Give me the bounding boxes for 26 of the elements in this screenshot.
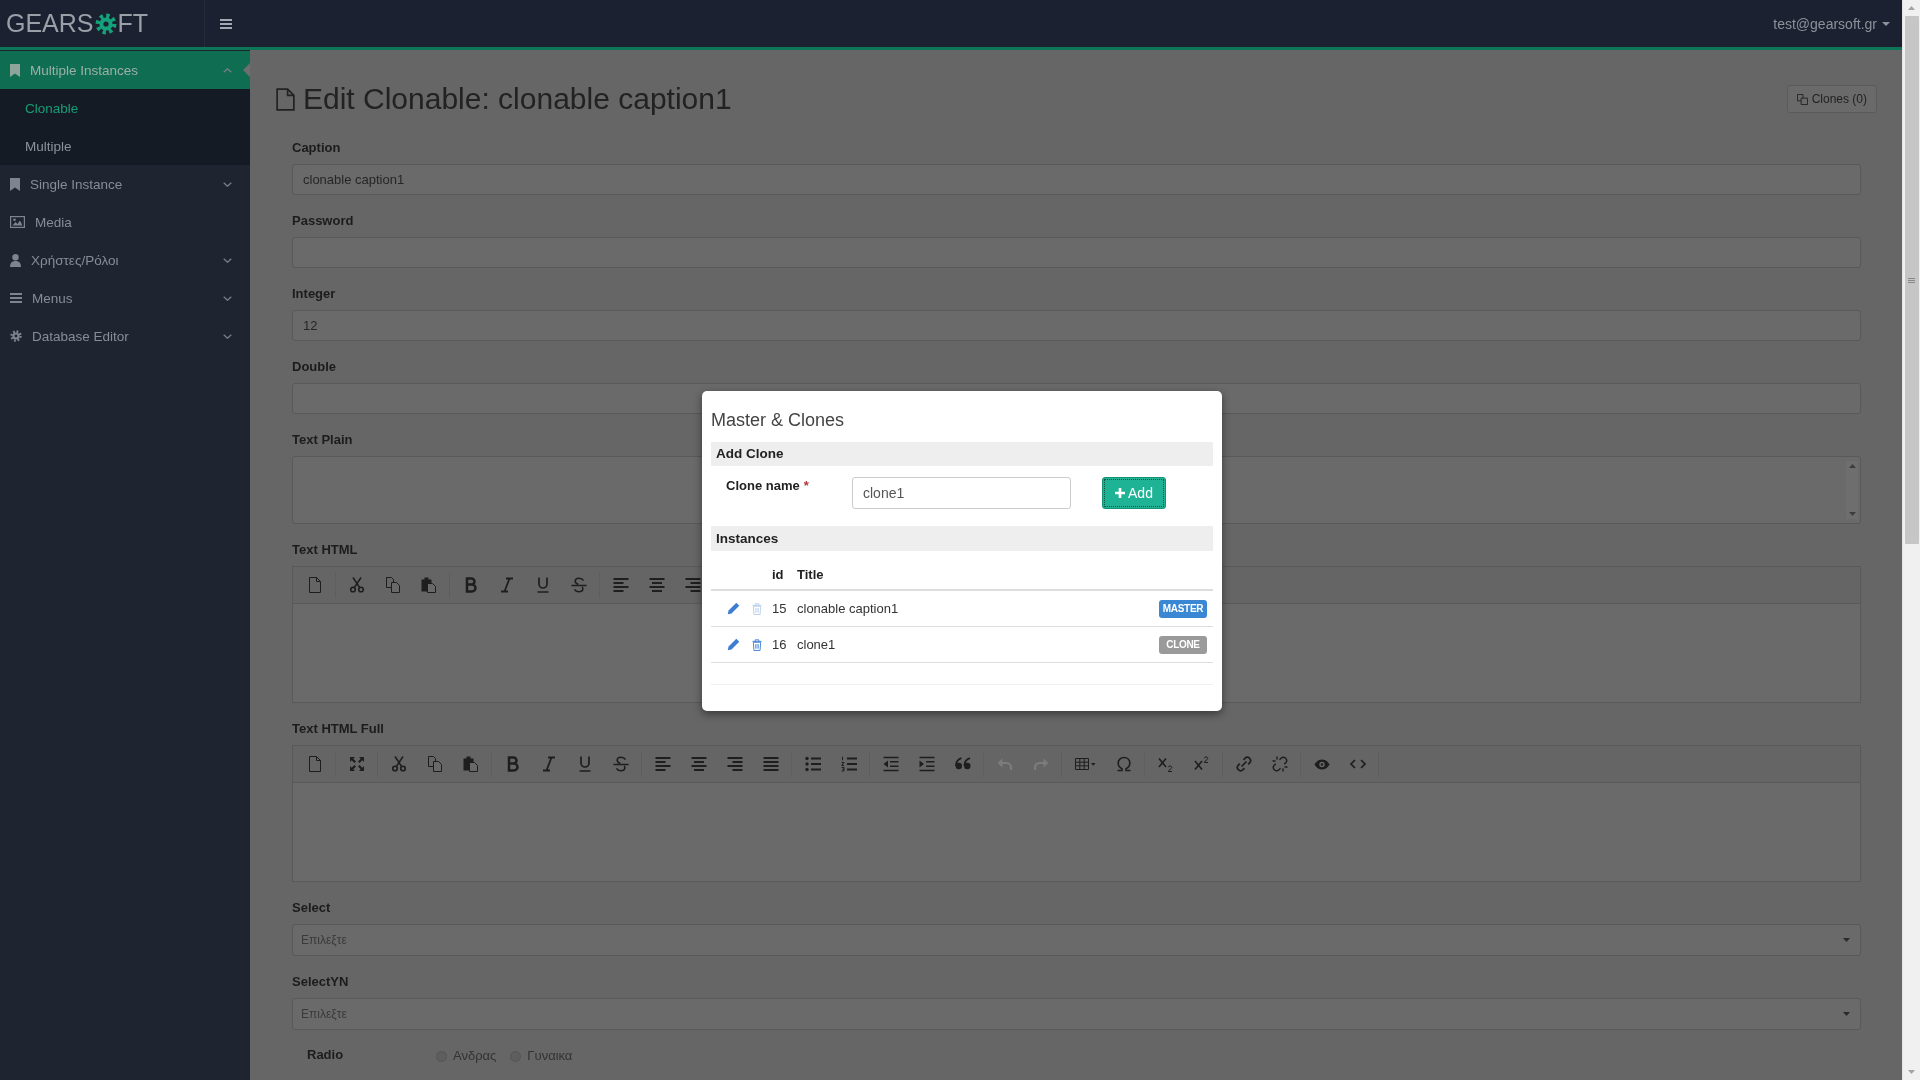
page-title: Edit Clonable: clonable caption1 <box>303 82 732 116</box>
field-label: Text HTML <box>292 541 359 559</box>
field-label: Clone name <box>726 477 800 495</box>
instance-id: 15 <box>772 601 788 616</box>
role-badge: CLONE <box>1159 635 1207 654</box>
instance-title: clonable caption1 <box>797 601 900 616</box>
modal-title: Master & Clones <box>711 409 846 432</box>
required-mark: * <box>803 477 809 495</box>
section-header: Add Clone <box>711 442 1213 466</box>
role-badge: MASTER <box>1159 599 1207 618</box>
instance-title: clone1 <box>797 637 837 652</box>
field-label: Text Plain <box>292 431 354 449</box>
section-header: Instances <box>711 526 1213 551</box>
field-label: Radio <box>306 1046 345 1064</box>
field-label: Double <box>292 358 338 376</box>
field-label: Integer <box>292 285 337 303</box>
logo-text: GEARS <box>6 11 94 36</box>
logo-text: FT <box>117 11 149 36</box>
field-label: Text HTML Full <box>292 720 385 738</box>
field-label: Select <box>292 899 332 917</box>
field-label: SelectYN <box>292 973 350 991</box>
instance-id: 16 <box>772 637 788 652</box>
column-header: id <box>772 567 785 582</box>
field-label: Caption <box>292 139 342 157</box>
field-label: Password <box>292 212 355 230</box>
column-header: Title <box>797 567 825 582</box>
